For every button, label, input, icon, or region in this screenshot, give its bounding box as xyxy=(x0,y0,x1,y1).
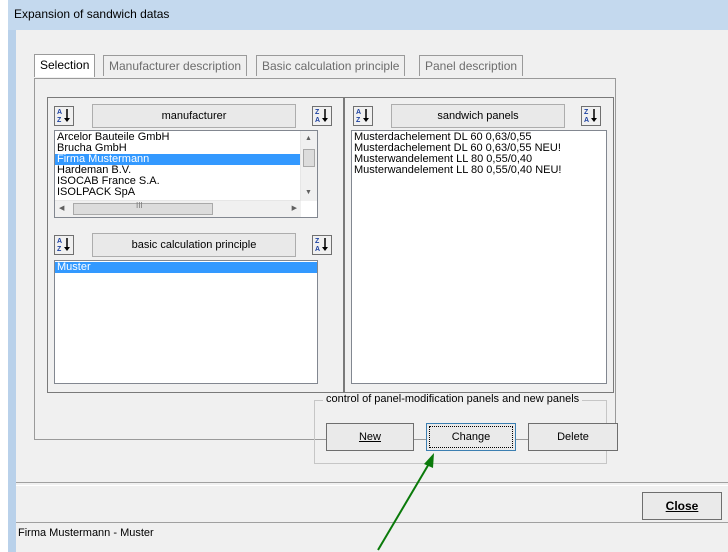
grip-icon: III xyxy=(136,201,143,210)
sort-descending-basic-calc-button[interactable]: Z A xyxy=(312,235,332,255)
svg-text:A: A xyxy=(584,117,589,123)
svg-text:Z: Z xyxy=(356,117,361,123)
sandwich-panels-listbox[interactable]: Musterdachelement DL 60 0,63/0,55 Musterd… xyxy=(351,130,607,384)
basic-calc-header-button[interactable]: basic calculation principle xyxy=(92,233,296,257)
tab-selection[interactable]: Selection xyxy=(34,54,96,77)
change-button[interactable]: Change xyxy=(426,423,516,451)
status-text: Firma Mustermann - Muster xyxy=(18,527,154,539)
horizontal-scroll-thumb[interactable]: III xyxy=(73,201,213,215)
manufacturer-vertical-scrollbar[interactable]: ▲ ▼ xyxy=(300,131,317,201)
tab-basic-calculation-principle[interactable]: Basic calculation principle xyxy=(256,55,406,76)
sort-za-icon: Z A xyxy=(315,236,329,255)
scroll-left-icon[interactable]: ◀ xyxy=(59,204,64,212)
new-button[interactable]: New xyxy=(326,423,414,451)
left-group: A Z manufacturer Z A Arcelor Bauteile Gm… xyxy=(47,97,344,393)
sort-ascending-basic-calc-button[interactable]: A Z xyxy=(54,235,74,255)
sort-az-icon: A Z xyxy=(356,107,370,126)
change-button-label: Change xyxy=(451,431,491,443)
scroll-down-icon[interactable]: ▼ xyxy=(305,189,312,196)
delete-button-label: Delete xyxy=(557,431,589,443)
bottom-separator xyxy=(16,482,728,486)
vertical-scroll-thumb[interactable] xyxy=(303,149,315,167)
list-item[interactable]: Muster xyxy=(55,262,317,273)
svg-text:A: A xyxy=(57,109,62,116)
sandwich-panels-header-button[interactable]: sandwich panels xyxy=(391,104,565,128)
delete-button[interactable]: Delete xyxy=(528,423,618,451)
svg-text:A: A xyxy=(57,238,62,245)
selection-tab-panel: A Z manufacturer Z A Arcelor Bauteile Gm… xyxy=(34,78,618,464)
svg-text:A: A xyxy=(356,109,361,116)
svg-text:Z: Z xyxy=(584,109,589,116)
dialog-client: Selection Manufacturer description Basic… xyxy=(16,30,728,552)
sort-az-icon: A Z xyxy=(57,236,71,255)
window-title: Expansion of sandwich datas xyxy=(14,7,170,21)
status-bar: Firma Mustermann - Muster xyxy=(16,522,728,543)
svg-text:Z: Z xyxy=(57,117,62,123)
list-item[interactable]: ISOLPACK SpA xyxy=(55,187,301,198)
svg-text:Z: Z xyxy=(315,109,320,116)
sort-za-icon: Z A xyxy=(315,107,329,126)
sort-za-icon: Z A xyxy=(584,107,598,126)
sort-ascending-manufacturer-button[interactable]: A Z xyxy=(54,106,74,126)
scroll-right-icon[interactable]: ▶ xyxy=(292,204,297,212)
right-group: A Z sandwich panels Z A Musterdachelemen… xyxy=(344,97,614,393)
manufacturer-listbox[interactable]: Arcelor Bauteile GmbH Brucha GmbH Firma Mu… xyxy=(54,130,318,218)
dialog-window: Expansion of sandwich datas Selection Ma… xyxy=(8,0,728,552)
sort-descending-panels-button[interactable]: Z A xyxy=(581,106,601,126)
title-bar: Expansion of sandwich datas xyxy=(8,0,728,30)
tab-manufacturer-description[interactable]: Manufacturer description xyxy=(103,55,248,76)
svg-text:Z: Z xyxy=(57,246,62,252)
svg-text:A: A xyxy=(315,117,320,123)
svg-text:A: A xyxy=(315,246,320,252)
tab-panel-description[interactable]: Panel description xyxy=(419,55,524,76)
close-button-label: Close xyxy=(665,499,699,513)
sort-descending-manufacturer-button[interactable]: Z A xyxy=(312,106,332,126)
control-fieldset: control of panel-modification panels and… xyxy=(314,393,618,464)
manufacturer-horizontal-scrollbar[interactable]: ◀ III ▶ xyxy=(55,200,301,217)
scroll-up-icon[interactable]: ▲ xyxy=(305,135,312,142)
sort-az-icon: A Z xyxy=(57,107,71,126)
control-legend: control of panel-modification panels and… xyxy=(323,393,583,405)
list-item[interactable]: Musterwandelement LL 80 0,55/0,40 NEU! xyxy=(352,165,606,176)
sort-ascending-panels-button[interactable]: A Z xyxy=(353,106,373,126)
close-button[interactable]: Close xyxy=(642,492,722,520)
basic-calc-listbox[interactable]: Muster xyxy=(54,260,318,384)
new-button-label: New xyxy=(358,431,381,443)
manufacturer-header-button[interactable]: manufacturer xyxy=(92,104,296,128)
svg-text:Z: Z xyxy=(315,238,320,245)
